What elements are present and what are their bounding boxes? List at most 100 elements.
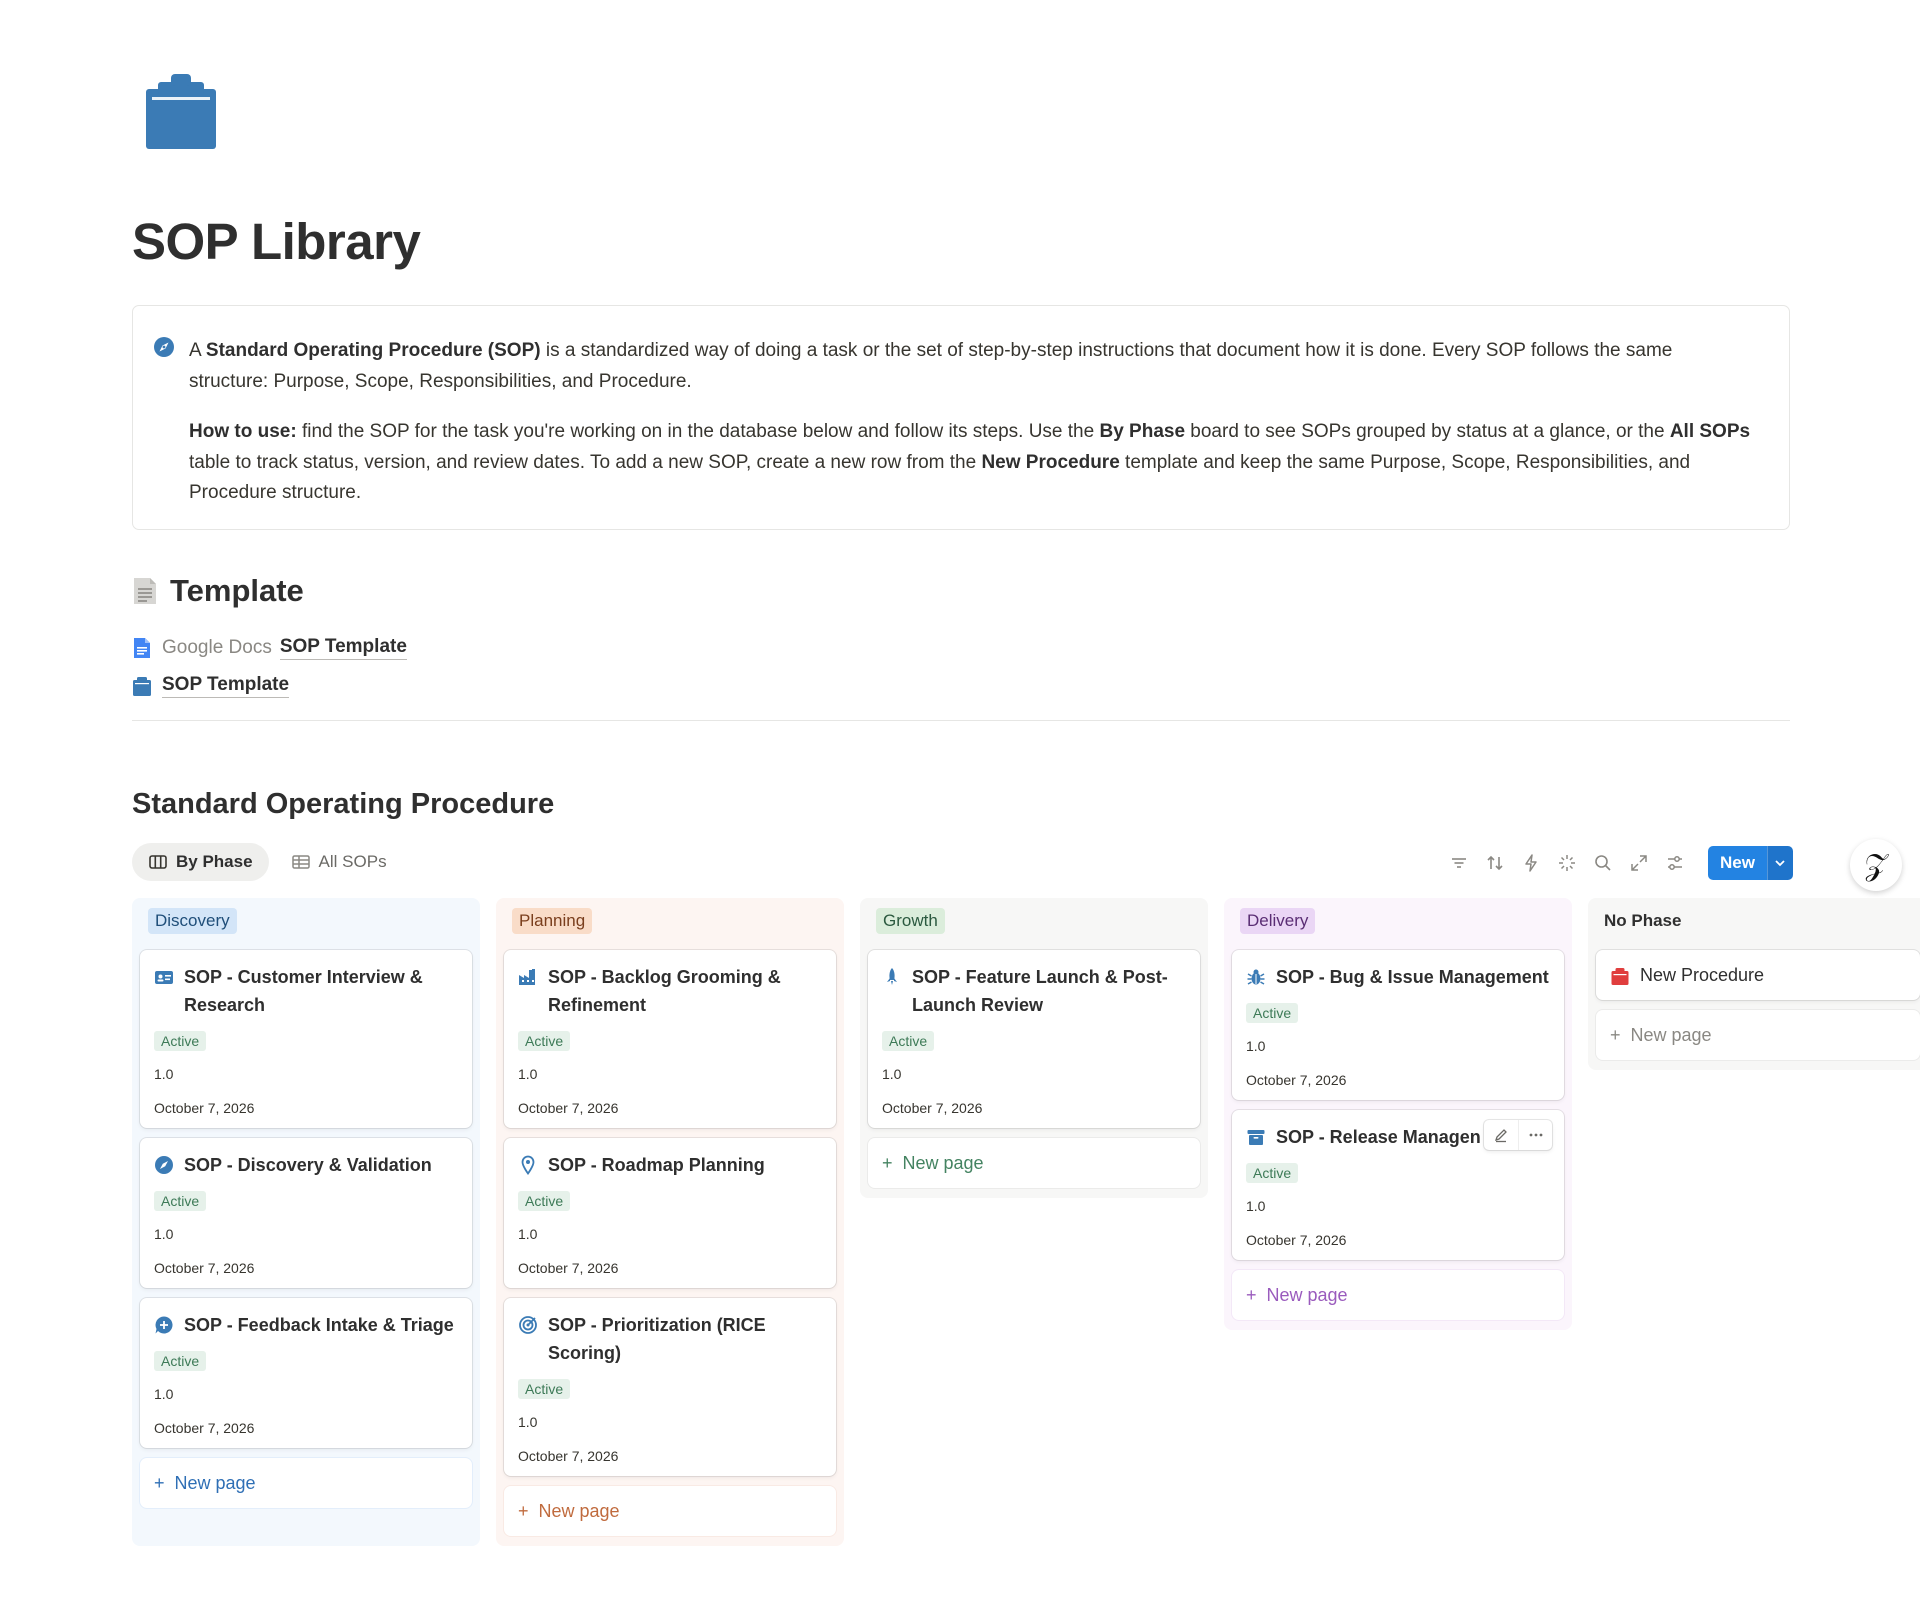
board-icon [149, 855, 167, 869]
column-header-growth[interactable]: Growth [876, 908, 945, 934]
card-title: SOP - Customer Interview & Research [184, 967, 423, 1015]
card-date: October 7, 2026 [518, 1448, 619, 1464]
card-date: October 7, 2026 [154, 1420, 255, 1436]
column-header-no-phase[interactable]: No Phase [1604, 911, 1681, 931]
new-page-label: New page [1266, 1284, 1348, 1305]
tab-by-phase-label: By Phase [176, 852, 253, 871]
card-version: 1.0 [518, 1226, 538, 1242]
card-date: October 7, 2026 [154, 1260, 255, 1276]
card-feature-launch[interactable]: SOP - Feature Launch & Post-Launch Revie… [868, 950, 1200, 1128]
template-heading-text: Template [170, 573, 304, 608]
new-button-label[interactable]: New [1708, 846, 1767, 880]
card-date: October 7, 2026 [154, 1100, 255, 1116]
clipboard-icon [132, 675, 152, 697]
clipboard-icon[interactable] [144, 72, 218, 150]
card-title: SOP - Prioritization (RICE Scoring) [548, 1315, 766, 1363]
chevron-down-icon[interactable] [1766, 846, 1793, 880]
card-hover-actions [1484, 1120, 1552, 1150]
status-badge: Active [1246, 1003, 1299, 1023]
column-planning: Planning SOP - Backlog Grooming & Refine… [496, 898, 844, 1546]
database-title[interactable]: Standard Operating Procedure [132, 788, 554, 821]
status-badge: Active [882, 1031, 935, 1051]
plus-icon: + [1246, 1284, 1257, 1305]
card-version: 1.0 [154, 1066, 174, 1082]
card-backlog-grooming[interactable]: SOP - Backlog Grooming & Refinement Acti… [504, 950, 836, 1128]
status-badge: Active [154, 1191, 207, 1211]
factory-icon [518, 967, 538, 987]
compass-icon [153, 336, 175, 358]
sop-template-doc-link[interactable]: SOP Template [279, 636, 407, 660]
new-page-button[interactable]: + New page [504, 1486, 836, 1536]
card-new-procedure[interactable]: New Procedure [1596, 950, 1920, 1000]
status-badge: Active [518, 1191, 571, 1211]
new-page-label: New page [1630, 1024, 1712, 1045]
card-date: October 7, 2026 [1246, 1072, 1347, 1088]
tab-by-phase[interactable]: By Phase [132, 843, 269, 881]
expand-icon[interactable] [1628, 852, 1650, 874]
sop-template-link[interactable]: SOP Template [162, 674, 290, 698]
sop-template-page-link[interactable]: SOP Template [132, 674, 290, 698]
ai-sparkle-icon[interactable] [1556, 852, 1578, 874]
card-version: 1.0 [154, 1386, 174, 1402]
new-button: New [1708, 846, 1793, 880]
database-toolbar: New [1448, 846, 1793, 880]
column-delivery: Delivery SOP - Bug & Issue Management Ac… [1224, 898, 1572, 1330]
google-docs-link[interactable]: Google Docs SOP Template [132, 636, 407, 660]
document-icon [132, 576, 158, 606]
search-icon[interactable] [1592, 852, 1614, 874]
new-page-button[interactable]: + New page [140, 1458, 472, 1508]
card-prioritization[interactable]: SOP - Prioritization (RICE Scoring) Acti… [504, 1298, 836, 1476]
card-release-management[interactable]: SOP - Release Managen Active 1.0 October… [1232, 1110, 1564, 1260]
card-title: SOP - Backlog Grooming & Refinement [548, 967, 781, 1015]
card-bug-issue[interactable]: SOP - Bug & Issue Management Active 1.0 … [1232, 950, 1564, 1100]
card-version: 1.0 [518, 1066, 538, 1082]
info-callout: A Standard Operating Procedure (SOP) is … [132, 305, 1790, 530]
map-pin-icon [518, 1155, 538, 1176]
callout-text: A Standard Operating Procedure (SOP) is … [189, 336, 1753, 509]
table-icon [291, 855, 310, 869]
chat-plus-icon [154, 1315, 174, 1335]
new-page-button[interactable]: + New page [1596, 1010, 1920, 1060]
status-badge: Active [518, 1379, 571, 1399]
column-header-delivery[interactable]: Delivery [1240, 908, 1316, 934]
status-badge: Active [154, 1031, 207, 1051]
column-header-planning[interactable]: Planning [512, 908, 593, 934]
card-title: New Procedure [1640, 965, 1765, 985]
automation-icon[interactable] [1520, 852, 1542, 874]
card-roadmap-planning[interactable]: SOP - Roadmap Planning Active 1.0 Octobe… [504, 1138, 836, 1288]
plus-icon: + [1610, 1024, 1621, 1045]
card-title: SOP - Bug & Issue Management [1276, 967, 1549, 987]
sort-icon[interactable] [1484, 852, 1506, 874]
card-customer-interview[interactable]: SOP - Customer Interview & Research Acti… [140, 950, 472, 1128]
filter-icon[interactable] [1448, 852, 1470, 874]
settings-icon[interactable] [1664, 852, 1686, 874]
avatar[interactable]: 𝒵 [1850, 839, 1902, 891]
more-icon[interactable] [1518, 1120, 1552, 1150]
card-date: October 7, 2026 [518, 1100, 619, 1116]
card-version: 1.0 [882, 1066, 902, 1082]
plus-icon: + [154, 1472, 165, 1493]
google-docs-icon [132, 637, 152, 659]
card-version: 1.0 [154, 1226, 174, 1242]
rocket-icon [882, 967, 902, 987]
new-page-label: New page [902, 1152, 984, 1173]
new-page-button[interactable]: + New page [1232, 1270, 1564, 1320]
card-discovery-validation[interactable]: SOP - Discovery & Validation Active 1.0 … [140, 1138, 472, 1288]
edit-icon[interactable] [1484, 1120, 1518, 1150]
card-version: 1.0 [1246, 1198, 1266, 1214]
card-date: October 7, 2026 [518, 1260, 619, 1276]
column-header-discovery[interactable]: Discovery [148, 908, 237, 934]
clipboard-red-icon [1610, 966, 1630, 986]
page-title[interactable]: SOP Library [132, 212, 421, 271]
tab-all-sops[interactable]: All SOPs [275, 843, 403, 881]
template-heading: Template [132, 573, 304, 609]
card-title: SOP - Feedback Intake & Triage [184, 1315, 454, 1335]
new-page-label: New page [174, 1472, 256, 1493]
card-date: October 7, 2026 [1246, 1232, 1347, 1248]
link-source-label: Google Docs [162, 637, 272, 658]
card-feedback-intake[interactable]: SOP - Feedback Intake & Triage Active 1.… [140, 1298, 472, 1448]
archive-box-icon [1246, 1127, 1266, 1147]
bug-icon [1246, 967, 1266, 987]
card-title: SOP - Release Managen [1276, 1127, 1481, 1147]
new-page-button[interactable]: + New page [868, 1138, 1200, 1188]
